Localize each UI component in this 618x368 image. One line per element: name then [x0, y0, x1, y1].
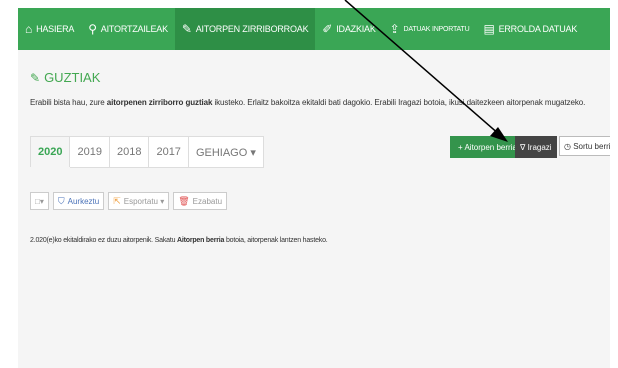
- desc-bold: aitorpenen zirriborro guztiak: [106, 98, 213, 107]
- nav-datuak-inportatu[interactable]: ⇪ DATUAK INPORTATU: [383, 8, 477, 50]
- nav-label: IDAZKIAK: [336, 24, 376, 34]
- delete-label: Ezabatu: [192, 196, 223, 206]
- new-declaration-button[interactable]: + Aitorpen berria: [450, 136, 525, 158]
- pencil-icon: ✐: [322, 22, 333, 36]
- shield-icon: ⛉: [57, 195, 65, 206]
- filter-button[interactable]: ∇ Iragazi: [515, 136, 557, 158]
- list-toolbar: □▾ ⛉ Aurkeztu ⇱ Esportatu ▾ 🗑 Ezabatu: [30, 192, 228, 210]
- nav-hasiera[interactable]: ⌂ HASIERA: [18, 8, 81, 50]
- submit-label: Aurkeztu: [67, 196, 100, 206]
- tab-2017[interactable]: 2017: [149, 136, 189, 168]
- page-description: Erabili bista hau, zure aitorpenen zirri…: [30, 98, 585, 107]
- export-label: Esportatu ▾: [123, 196, 165, 206]
- page-title-text: GUZTIAK: [44, 70, 101, 85]
- tab-2019[interactable]: 2019: [70, 136, 110, 168]
- nav-label: HASIERA: [36, 24, 75, 34]
- delete-button[interactable]: 🗑 Ezabatu: [173, 192, 228, 210]
- main-content: ✎ GUZTIAK Erabili bista hau, zure aitorp…: [18, 50, 610, 368]
- desc-text: ikusteko. Erlaitz bakoitza ekitaldi bati…: [212, 98, 586, 107]
- page-title: ✎ GUZTIAK: [30, 70, 100, 85]
- nav-aitortzaileak[interactable]: ⚲ AITORTZAILEAK: [81, 8, 175, 50]
- tab-2020[interactable]: 2020: [30, 136, 71, 167]
- empty-state-message: 2.020(e)ko ekitaldirako ez duzu aitorpen…: [30, 237, 328, 244]
- nav-errolda-datuak[interactable]: ▤ ERROLDA DATUAK: [476, 8, 584, 50]
- nav-aitorpen-zirriborroak[interactable]: ✎ AITORPEN ZIRRIBORROAK: [174, 8, 316, 50]
- tab-2018[interactable]: 2018: [109, 136, 150, 168]
- year-tabs: 2020 2019 2018 2017 GEHIAGO ▾: [30, 136, 264, 168]
- edit-icon: ✎: [181, 22, 192, 36]
- nav-label: ERROLDA DATUAK: [498, 24, 578, 34]
- user-icon: ⚲: [88, 22, 97, 36]
- top-navbar: ⌂ HASIERA ⚲ AITORTZAILEAK ✎ AITORPEN ZIRRIB…: [18, 8, 610, 50]
- empty-text: botoia, aitorpenak lantzen hasteko.: [224, 237, 328, 244]
- nav-label: AITORPEN ZIRRIBORROAK: [195, 24, 309, 34]
- export-dropdown[interactable]: ⇱ Esportatu ▾: [108, 192, 170, 210]
- submit-button[interactable]: ⛉ Aurkeztu: [52, 192, 105, 210]
- export-icon: ⇱: [113, 195, 121, 206]
- trash-icon: 🗑: [178, 195, 190, 206]
- table-icon: ▤: [483, 22, 495, 36]
- empty-bold: Aitorpen berria: [177, 237, 225, 244]
- nav-idazkiak[interactable]: ✐ IDAZKIAK: [315, 8, 382, 50]
- edit-icon: ✎: [30, 70, 41, 85]
- select-all-dropdown[interactable]: □▾: [30, 192, 49, 210]
- sort-button[interactable]: ◷ Sortu berriak: [559, 136, 610, 156]
- tab-more[interactable]: GEHIAGO ▾: [188, 136, 264, 168]
- desc-text: Erabili bista hau, zure: [30, 98, 107, 107]
- empty-text: 2.020(e)ko ekitaldirako ez duzu aitorpen…: [30, 237, 178, 244]
- import-icon: ⇪: [389, 22, 400, 36]
- nav-label: DATUAK INPORTATU: [403, 25, 470, 33]
- home-icon: ⌂: [25, 22, 33, 36]
- nav-label: AITORTZAILEAK: [100, 24, 168, 34]
